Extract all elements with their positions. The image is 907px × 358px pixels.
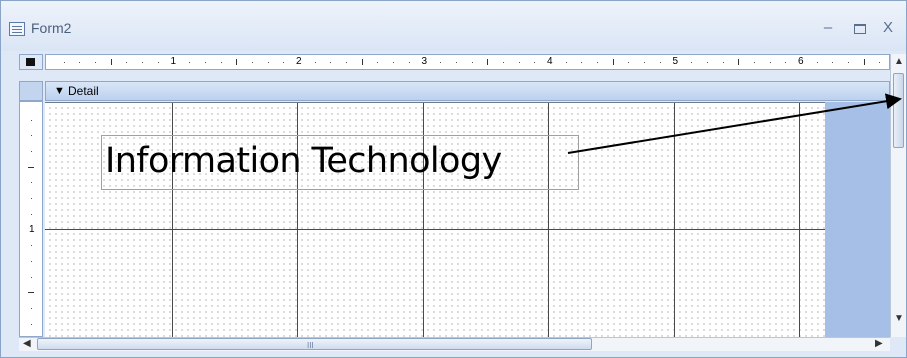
form-background-area[interactable] — [825, 102, 890, 337]
ruler-dot — [330, 62, 332, 63]
ruler-dot — [31, 151, 32, 153]
ruler-dot — [581, 62, 583, 63]
chevron-icon: ▼ — [54, 85, 65, 97]
ruler-dot — [455, 62, 457, 63]
ruler-tick — [28, 166, 34, 168]
window-title: Form2 — [31, 20, 72, 36]
form-selector[interactable] — [19, 54, 43, 70]
ruler-number: 5 — [672, 56, 679, 67]
ruler-dot — [691, 62, 693, 63]
vertical-ruler[interactable]: 1 — [19, 101, 43, 337]
ruler-dot — [597, 62, 599, 63]
ruler-dot — [565, 62, 567, 63]
ruler-number: 2 — [296, 56, 302, 67]
label-control-text[interactable]: Information Technology — [105, 141, 502, 181]
maximize-button[interactable] — [849, 17, 871, 39]
grid-line-vertical — [799, 103, 800, 338]
ruler-dot — [753, 62, 755, 63]
ruler-dot — [502, 62, 504, 63]
ruler-tick — [361, 59, 363, 65]
ruler-dot — [31, 260, 32, 262]
ruler-dot — [722, 62, 724, 63]
detail-section-header[interactable]: ▼ Detail — [45, 81, 890, 101]
ruler-number: 1 — [29, 223, 35, 235]
form-design-window: Form2 – X 1 2 3 4 5 6 ▼ Detail 1 Information … — [0, 0, 907, 358]
ruler-dot — [31, 276, 32, 278]
ruler-number: 3 — [421, 56, 428, 67]
ruler-dot — [157, 62, 159, 63]
ruler-dot — [314, 62, 316, 63]
ruler-tick — [28, 292, 34, 294]
arrow-up-icon[interactable]: ▲ — [894, 57, 904, 67]
ruler-tick — [612, 59, 614, 65]
section-label: Detail — [68, 84, 99, 98]
vertical-scroll-thumb[interactable] — [893, 73, 904, 148]
ruler-dot — [785, 62, 787, 63]
ruler-dot — [31, 307, 32, 309]
ruler-number: 6 — [798, 56, 804, 67]
ruler-tick — [236, 59, 238, 65]
ruler-dot — [204, 62, 206, 63]
ruler-dot — [283, 62, 285, 63]
ruler-dot — [31, 135, 32, 137]
minimize-button[interactable]: – — [817, 17, 839, 39]
arrow-down-icon[interactable]: ▼ — [894, 314, 904, 324]
ruler-dot — [534, 62, 536, 63]
ruler-dot — [189, 62, 191, 63]
ruler-dot — [518, 62, 520, 63]
ruler-dot — [471, 62, 473, 63]
ruler-tick — [110, 59, 112, 65]
form-icon — [9, 22, 25, 36]
ruler-tick — [487, 59, 489, 65]
title-bar: Form2 – X — [1, 1, 906, 51]
ruler-dot — [126, 62, 128, 63]
ruler-dot — [31, 182, 32, 184]
ruler-dot — [879, 62, 881, 63]
ruler-dot — [848, 62, 850, 63]
ruler-dot — [706, 62, 708, 63]
scroll-grip: III — [307, 341, 314, 350]
ruler-dot — [377, 62, 379, 63]
grid-line-vertical — [674, 103, 675, 338]
horizontal-scroll-thumb[interactable] — [37, 338, 592, 350]
ruler-dot — [95, 62, 97, 63]
ruler-dot — [31, 245, 32, 247]
ruler-dot — [31, 119, 32, 121]
ruler-dot — [440, 62, 442, 63]
ruler-tick — [738, 59, 740, 65]
ruler-dot — [769, 62, 771, 63]
ruler-dot — [220, 62, 222, 63]
ruler-number: 1 — [170, 56, 177, 67]
ruler-dot — [31, 198, 32, 200]
ruler-dot — [31, 213, 32, 215]
ruler-dot — [251, 62, 253, 63]
arrow-left-icon[interactable]: ◀ — [23, 339, 31, 349]
ruler-tick — [863, 59, 865, 65]
ruler-dot — [63, 62, 65, 63]
maximize-icon — [854, 23, 866, 34]
arrow-right-icon[interactable]: ▶ — [875, 339, 883, 349]
ruler-dot — [142, 62, 144, 63]
ruler-dot — [267, 62, 269, 63]
ruler-dot — [659, 62, 661, 63]
ruler-dot — [408, 62, 410, 63]
ruler-number: 4 — [547, 56, 553, 67]
ruler-dot — [644, 62, 646, 63]
grid-line-horizontal — [45, 229, 825, 230]
ruler-dot — [832, 62, 834, 63]
ruler-dot — [31, 323, 32, 325]
close-button[interactable]: X — [877, 17, 899, 39]
ruler-dot — [393, 62, 395, 63]
section-selector[interactable] — [19, 81, 43, 101]
ruler-dot — [628, 62, 630, 63]
ruler-dot — [816, 62, 818, 63]
section-bar: ▼ Detail — [19, 81, 890, 101]
ruler-dot — [79, 62, 81, 63]
ruler-dot — [346, 62, 348, 63]
horizontal-ruler[interactable]: 1 2 3 4 5 6 — [45, 54, 890, 70]
